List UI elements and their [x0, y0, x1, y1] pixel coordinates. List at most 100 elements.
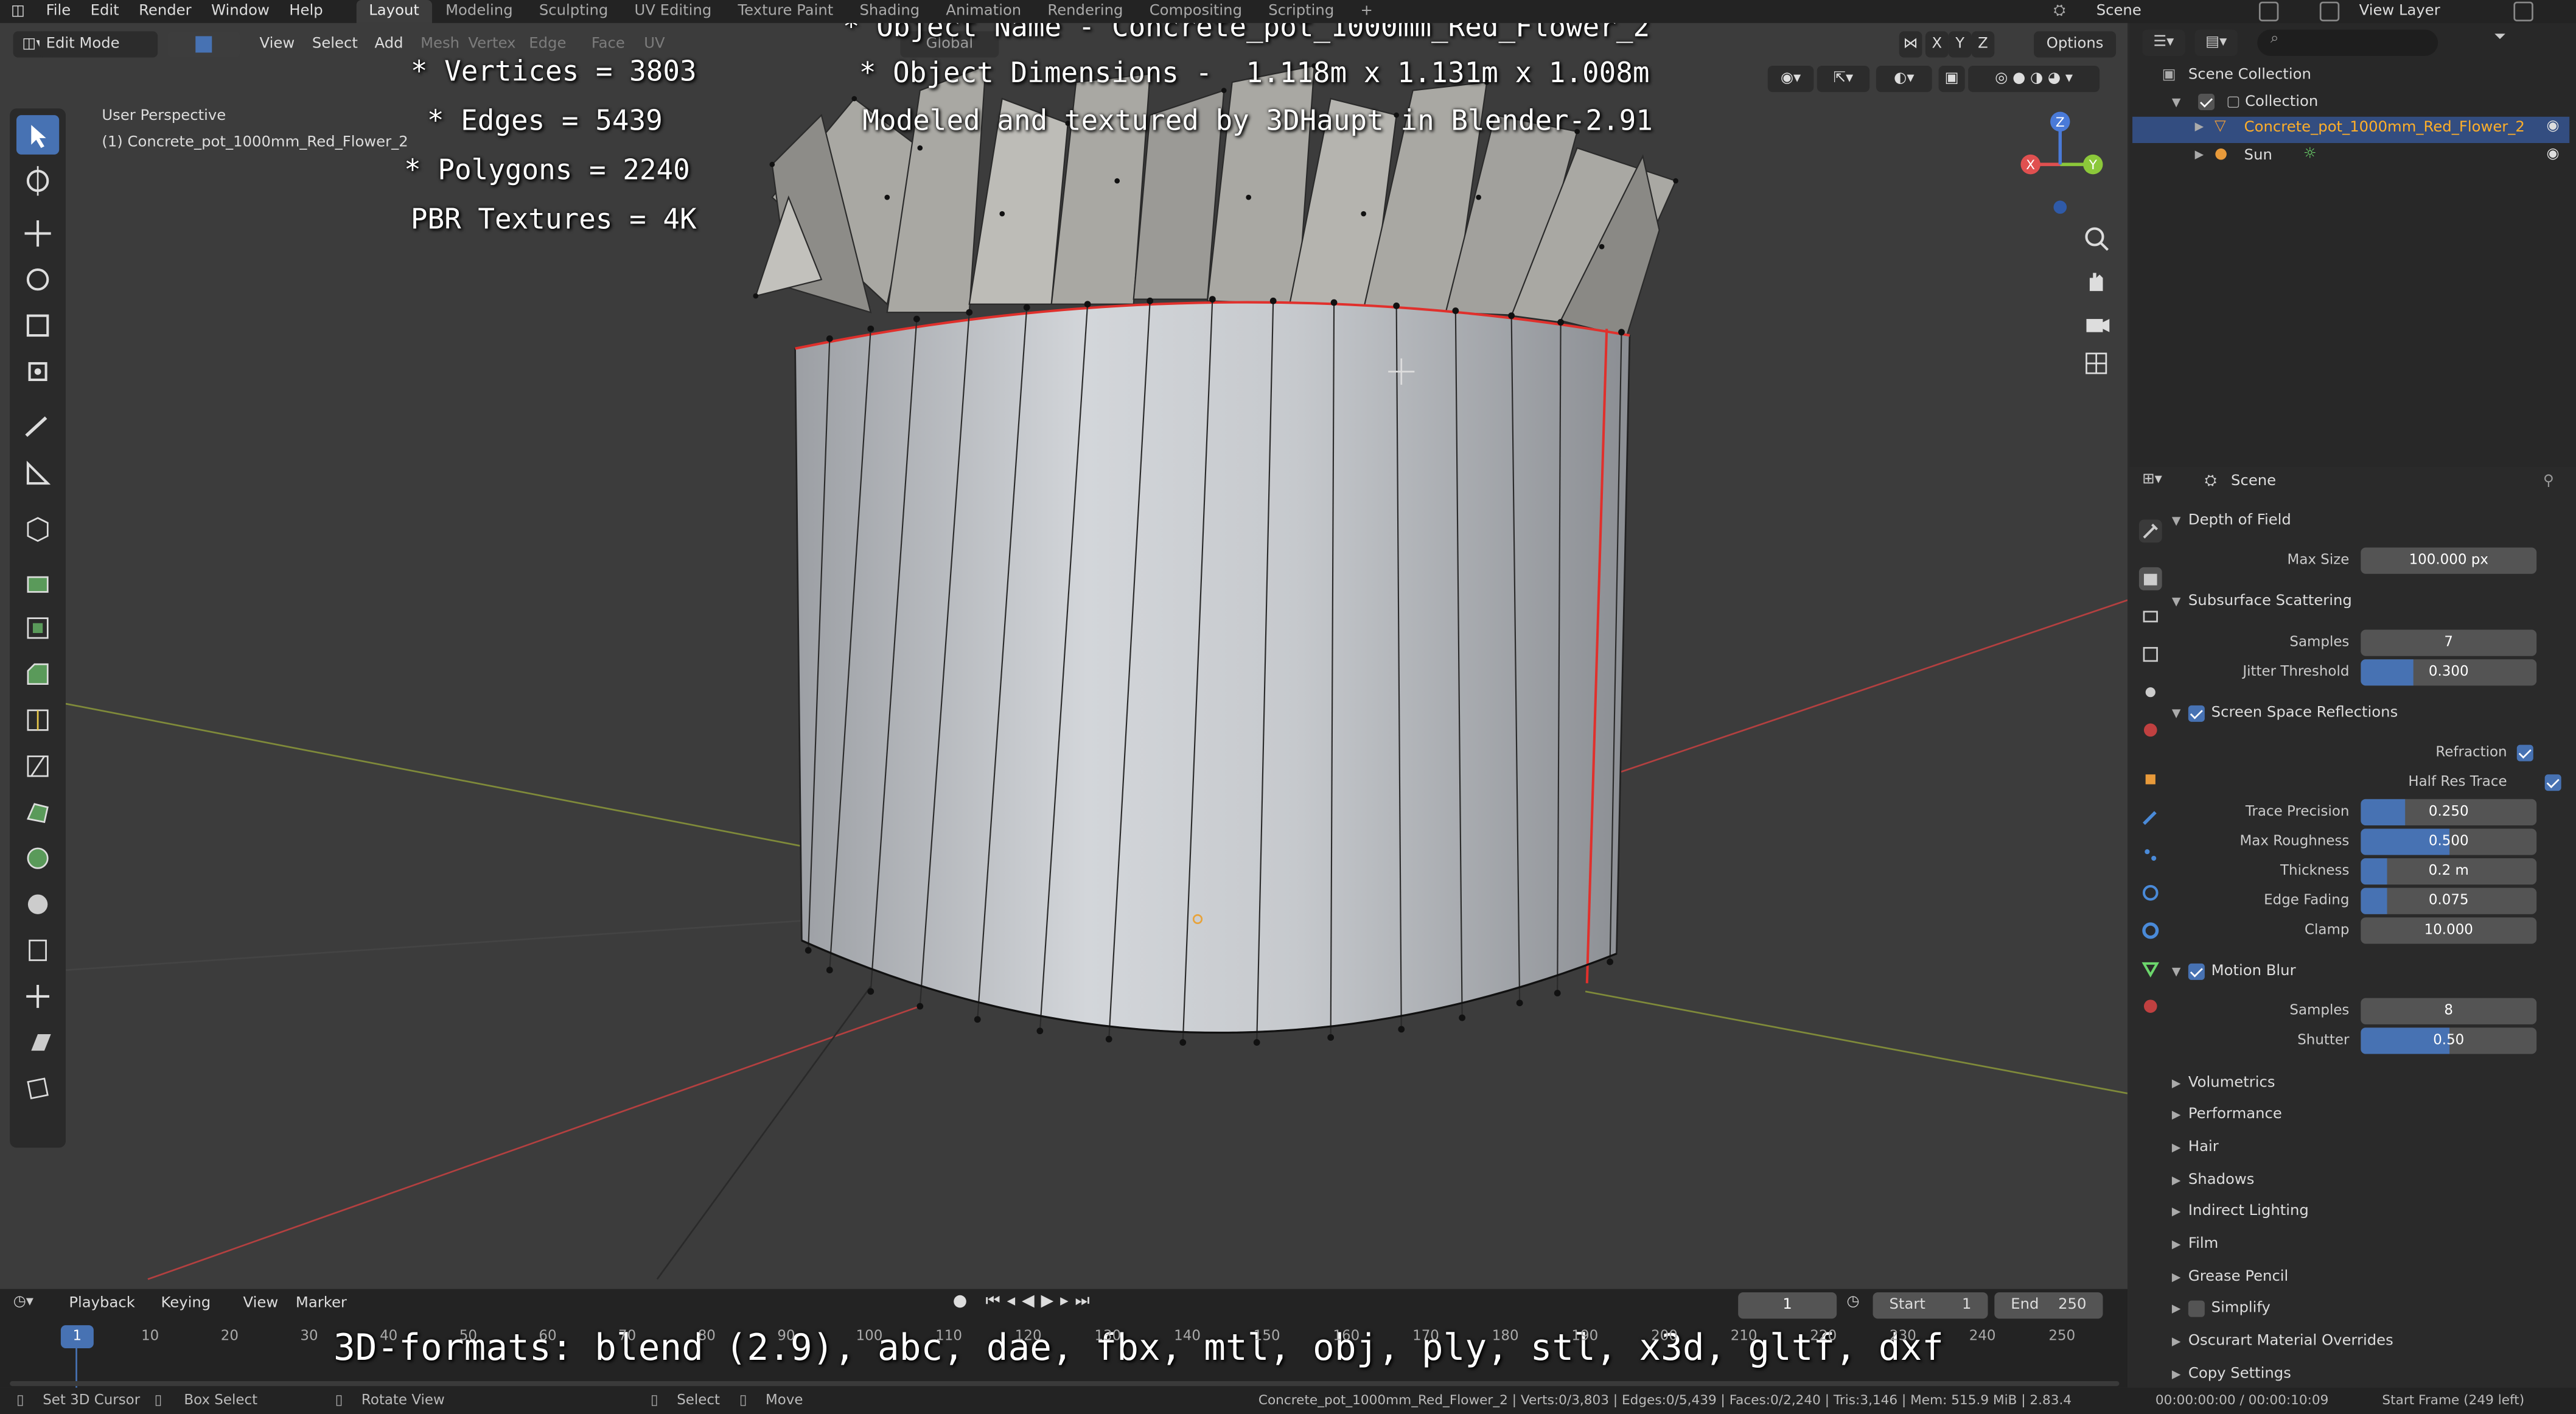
section-screen-space-reflections[interactable]: ▼ Screen Space Reflections: [2172, 699, 2566, 729]
half-res-trace-checkbox[interactable]: [2544, 774, 2561, 791]
tab-scripting[interactable]: Scripting: [1255, 0, 1347, 23]
trace-precision-slider[interactable]: 0.250: [2361, 799, 2537, 826]
mode-selector[interactable]: Edit Mode: [39, 31, 158, 58]
data-tab-icon[interactable]: [2139, 957, 2162, 980]
scene-selector[interactable]: Scene: [2096, 0, 2141, 23]
sss-samples-field[interactable]: 7: [2361, 629, 2537, 656]
new-scene-icon[interactable]: [2258, 1, 2279, 22]
options-menu[interactable]: Options: [2034, 31, 2117, 58]
start-frame-field[interactable]: Start 1: [1873, 1292, 1988, 1319]
section-subsurface-scattering[interactable]: ▼ Subsurface Scattering: [2172, 587, 2566, 617]
shutter-slider[interactable]: 0.50: [2361, 1027, 2537, 1054]
select-mode-buttons[interactable]: [167, 31, 240, 58]
new-view-layer-icon[interactable]: [2513, 1, 2533, 22]
move-tool[interactable]: [16, 214, 59, 253]
menu-timeline-view[interactable]: View: [243, 1296, 279, 1312]
menu-edit[interactable]: Edit: [80, 0, 128, 23]
modifier-tab-icon[interactable]: [2139, 806, 2162, 829]
menu-view[interactable]: View: [260, 31, 295, 57]
inset-tool[interactable]: [16, 608, 59, 648]
add-cube-tool[interactable]: [16, 509, 59, 549]
tab-sculpting[interactable]: Sculpting: [526, 0, 621, 23]
bevel-tool[interactable]: [16, 654, 59, 694]
tool-tab-icon[interactable]: [2138, 519, 2162, 543]
tab-rendering[interactable]: Rendering: [1035, 0, 1136, 23]
add-workspace-button[interactable]: +: [1347, 0, 1386, 23]
tab-animation[interactable]: Animation: [933, 0, 1035, 23]
outliner-item-pot[interactable]: ▶ ▽ Concrete_pot_1000mm_Red_Flower_2 ◉: [2132, 116, 2570, 144]
tab-compositing[interactable]: Compositing: [1136, 0, 1255, 23]
output-tab-icon[interactable]: [2139, 605, 2162, 628]
visibility-eye-icon[interactable]: ◉: [2546, 146, 2559, 163]
menu-help[interactable]: Help: [279, 0, 333, 23]
object-tab-icon[interactable]: [2139, 768, 2162, 791]
world-tab-icon[interactable]: [2139, 718, 2162, 741]
tab-modeling[interactable]: Modeling: [433, 0, 526, 23]
menu-file[interactable]: File: [36, 0, 80, 23]
axis-z-toggle[interactable]: Z: [1971, 31, 1995, 58]
overlay-toggle-icon[interactable]: ◐▾: [1876, 66, 1932, 93]
cursor-tool[interactable]: [16, 161, 59, 201]
simplify-checkbox[interactable]: [2188, 1300, 2205, 1317]
mb-samples-field[interactable]: 8: [2361, 998, 2537, 1024]
zoom-icon[interactable]: [2078, 220, 2114, 256]
view-layer-tab-icon[interactable]: [2139, 643, 2162, 666]
shear-tool[interactable]: [16, 1023, 59, 1062]
material-tab-icon[interactable]: [2139, 995, 2162, 1018]
max-size-field[interactable]: 100.000 px: [2361, 547, 2537, 574]
properties-editor-type-icon[interactable]: ⊞▾: [2142, 472, 2182, 498]
filter-icon[interactable]: ⏷: [2494, 30, 2527, 56]
menu-edge[interactable]: Edge: [529, 31, 566, 57]
3d-viewport[interactable]: ◫▾ Edit Mode View Select Add Mesh Vertex…: [0, 23, 2127, 1289]
camera-view-icon[interactable]: [2078, 306, 2114, 341]
extrude-tool[interactable]: [16, 562, 59, 602]
shrink-fatten-tool[interactable]: [16, 977, 59, 1017]
collection-row[interactable]: ▼ ▢ Collection: [2172, 93, 2566, 120]
menu-marker[interactable]: Marker: [296, 1296, 347, 1312]
menu-mesh[interactable]: Mesh: [421, 31, 459, 57]
transform-tool[interactable]: [16, 352, 59, 391]
measure-tool[interactable]: [16, 454, 59, 494]
timeline-scrollbar[interactable]: [10, 1381, 2120, 1387]
menu-select[interactable]: Select: [312, 31, 358, 57]
render-tab-icon[interactable]: [2138, 567, 2162, 590]
end-frame-field[interactable]: End 250: [1994, 1292, 2103, 1319]
scene-tab-icon[interactable]: [2139, 681, 2162, 704]
jitter-threshold-slider[interactable]: 0.300: [2361, 659, 2537, 686]
scale-tool[interactable]: [16, 306, 59, 345]
outliner-search-input[interactable]: ⌕: [2257, 29, 2438, 56]
max-roughness-slider[interactable]: 0.500: [2361, 828, 2537, 855]
smooth-tool[interactable]: [16, 884, 59, 924]
rotate-tool[interactable]: [16, 260, 59, 299]
section-shadows[interactable]: ▶ Shadows: [2172, 1166, 2566, 1195]
gizmo-toggle-icon[interactable]: ⇱▾: [1817, 66, 1870, 93]
timeline-editor-type-icon[interactable]: ◷▾: [13, 1294, 53, 1317]
ortho-grid-icon[interactable]: [2078, 345, 2114, 381]
section-grease-pencil[interactable]: ▶ Grease Pencil: [2172, 1263, 2566, 1293]
particles-tab-icon[interactable]: [2139, 844, 2162, 867]
view-layer-icon[interactable]: [2319, 1, 2340, 22]
axis-y-toggle[interactable]: Y: [1948, 31, 1972, 58]
visibility-icon[interactable]: ◉▾: [1767, 66, 1814, 93]
scene-collection-row[interactable]: Scene Collection: [2188, 68, 2311, 84]
tab-texture-paint[interactable]: Texture Paint: [725, 0, 846, 23]
menu-render[interactable]: Render: [129, 0, 201, 23]
section-performance[interactable]: ▶ Performance: [2172, 1100, 2566, 1130]
menu-playback[interactable]: Playback: [69, 1296, 134, 1312]
collection-checkbox[interactable]: [2198, 93, 2215, 110]
rip-region-tool[interactable]: [16, 1069, 59, 1108]
section-simplify[interactable]: ▶ Simplify: [2172, 1294, 2566, 1324]
mirror-icon[interactable]: ⋈: [1899, 31, 1922, 58]
outliner-item-sun[interactable]: ▶ ● Sun ☼ ◉: [2132, 145, 2569, 171]
pin-icon[interactable]: ⚲: [2543, 474, 2554, 490]
edge-fading-slider[interactable]: 0.075: [2361, 887, 2537, 914]
axis-x-toggle[interactable]: X: [1925, 31, 1949, 58]
menu-vertex[interactable]: Vertex: [468, 31, 515, 57]
section-indirect-lighting[interactable]: ▶ Indirect Lighting: [2172, 1197, 2566, 1227]
clamp-field[interactable]: 10.000: [2361, 917, 2537, 944]
menu-window[interactable]: Window: [201, 0, 279, 23]
poly-build-tool[interactable]: [16, 793, 59, 832]
refraction-checkbox[interactable]: [2516, 744, 2533, 761]
menu-add[interactable]: Add: [375, 31, 403, 57]
thickness-slider[interactable]: 0.2 m: [2361, 858, 2537, 885]
